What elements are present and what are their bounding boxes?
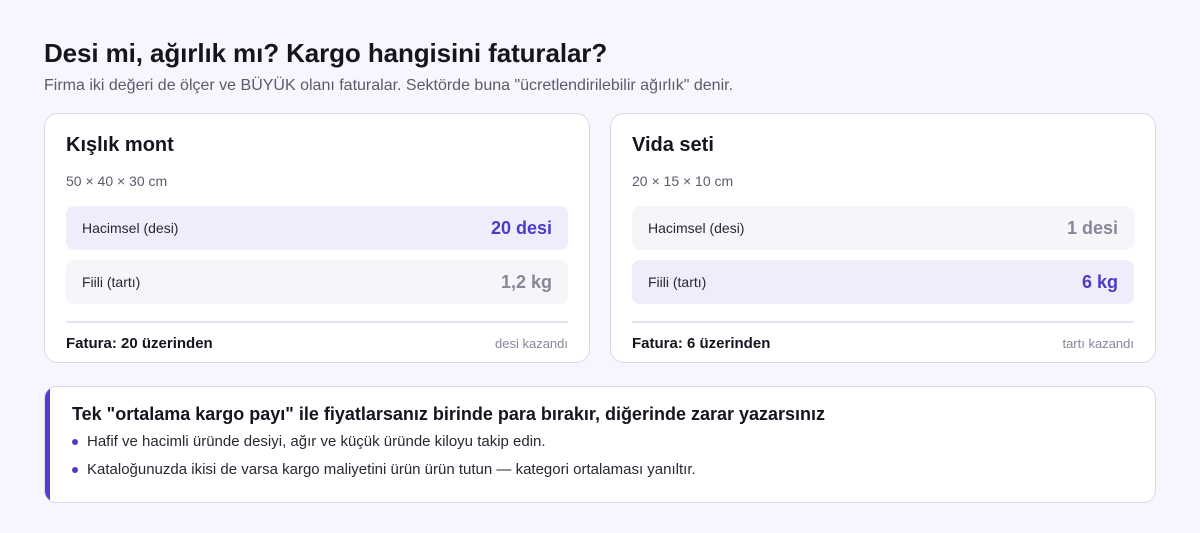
volumetric-label: Hacimsel (desi) [82,220,179,236]
bullet-dot-icon [72,467,78,473]
product-card-winter-coat: Kışlık mont 50 × 40 × 30 cm Hacimsel (de… [44,113,590,363]
actual-weight-row: Fiili (tartı) 1,2 kg [66,260,568,304]
page: Desi mi, ağırlık mı? Kargo hangisini fat… [0,0,1200,533]
callout-accent-bar [45,387,50,502]
card-title: Kışlık mont [66,134,174,156]
bullet-dot-icon [72,439,78,445]
page-title: Desi mi, ağırlık mı? Kargo hangisini fat… [44,38,608,68]
product-card-screw-set: Vida seti 20 × 15 × 10 cm Hacimsel (desi… [610,113,1156,363]
volumetric-value: 1 desi [1066,217,1118,238]
winner-note: tartı kazandı [1062,336,1134,351]
actual-weight-label: Fiili (tartı) [82,274,141,290]
bullet-text: Hafif ve hacimli üründe desiyi, ağır ve … [87,433,546,450]
winner-note: desi kazandı [495,336,568,351]
card-footer: Fatura: 20 üzerinden desi kazandı [66,323,568,364]
callout-bullets: Hafif ve hacimli üründe desiyi, ağır ve … [72,433,1128,479]
pricing-callout: Tek "ortalama kargo payı" ile fiyatlarsa… [44,386,1156,503]
card-dimensions: 20 × 15 × 10 cm [632,173,734,189]
volumetric-row: Hacimsel (desi) 1 desi [632,206,1134,250]
card-title: Vida seti [632,134,714,156]
list-item: Kataloğunuzda ikisi de varsa kargo maliy… [72,461,1128,479]
actual-weight-label: Fiili (tartı) [648,274,707,290]
volumetric-label: Hacimsel (desi) [648,220,745,236]
volumetric-value: 20 desi [490,217,552,238]
actual-weight-value: 1,2 kg [500,271,552,292]
actual-weight-value: 6 kg [1081,271,1118,292]
invoice-basis: Fatura: 20 üzerinden [66,335,213,352]
bullet-text: Kataloğunuzda ikisi de varsa kargo maliy… [87,461,696,478]
list-item: Hafif ve hacimli üründe desiyi, ağır ve … [72,433,1128,451]
callout-title: Tek "ortalama kargo payı" ile fiyatlarsa… [72,404,826,424]
page-subtitle: Firma iki değeri de ölçer ve BÜYÜK olanı… [44,77,734,94]
volumetric-row: Hacimsel (desi) 20 desi [66,206,568,250]
actual-weight-row: Fiili (tartı) 6 kg [632,260,1134,304]
card-footer: Fatura: 6 üzerinden tartı kazandı [632,323,1134,364]
invoice-basis: Fatura: 6 üzerinden [632,335,771,352]
card-dimensions: 50 × 40 × 30 cm [66,173,168,189]
